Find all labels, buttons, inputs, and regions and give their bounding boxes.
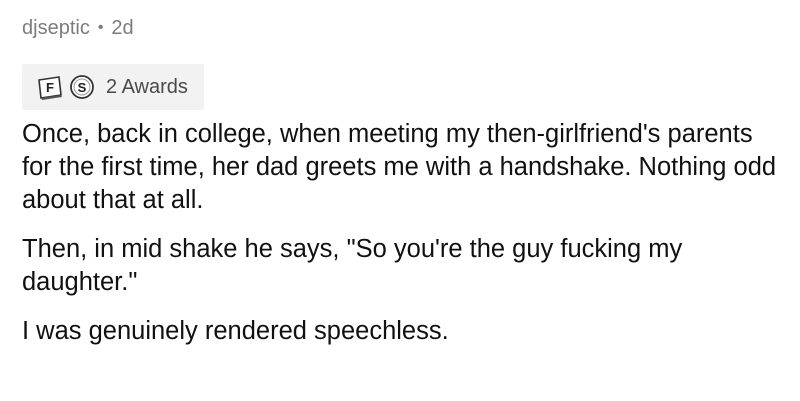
- comment-paragraph: I was genuinely rendered speechless.: [22, 317, 449, 345]
- comment-paragraph: Then, in mid shake he says, "So you're t…: [22, 235, 683, 296]
- svg-text:F: F: [46, 80, 54, 95]
- comment-age: 2d: [111, 16, 134, 39]
- awards-count: 2 Awards: [106, 75, 188, 98]
- comment-meta: djseptic • 2d: [22, 14, 782, 42]
- f-award-icon: F: [36, 73, 64, 101]
- meta-separator: •: [97, 19, 104, 36]
- comment-paragraph: Once, back in college, when meeting my t…: [22, 120, 777, 214]
- comment-body: Once, back in college, when meeting my t…: [22, 118, 782, 348]
- s-award-icon: S: [68, 73, 96, 101]
- awards-badge[interactable]: F S 2 Awards: [22, 64, 204, 110]
- comment-author[interactable]: djseptic: [22, 17, 90, 40]
- comment: djseptic • 2d F S 2 Awards Once, back in…: [22, 14, 782, 348]
- svg-text:S: S: [78, 80, 87, 95]
